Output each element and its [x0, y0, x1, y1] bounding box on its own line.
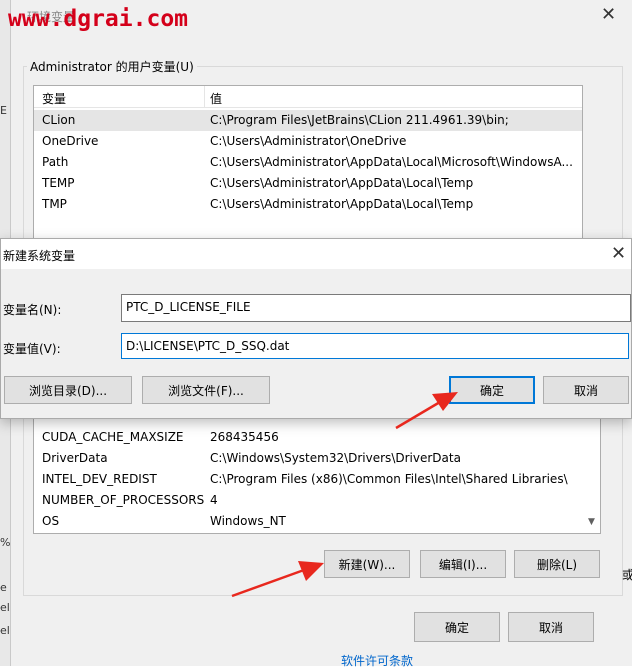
bg-fragment: e — [0, 581, 7, 594]
var-name: TEMP — [42, 176, 75, 190]
new-var-button[interactable]: 新建(W)... — [324, 550, 410, 578]
column-header-value[interactable]: 值 — [210, 90, 222, 107]
license-link[interactable]: 软件许可条款 — [341, 652, 413, 669]
var-value: C:\Users\Administrator\OneDrive — [210, 134, 407, 148]
var-value: C:\Users\Administrator\AppData\Local\Tem… — [210, 176, 474, 190]
watermark: www.dgrai.com — [8, 6, 189, 32]
table-row[interactable]: INTEL_DEV_REDIST C:\Program Files (x86)\… — [34, 469, 600, 490]
dialog-title: 新建系统变量 — [3, 249, 76, 263]
var-name: OneDrive — [42, 134, 99, 148]
var-name: DriverData — [42, 451, 108, 465]
table-row[interactable]: NUMBER_OF_PROCESSORS 4 — [34, 490, 600, 511]
bg-fragment: el — [0, 601, 10, 614]
bg-fragment: el — [0, 624, 10, 637]
var-value: Windows_NT — [210, 514, 286, 528]
table-row[interactable]: Path C:\Users\Administrator\AppData\Loca… — [34, 152, 582, 173]
edit-var-button[interactable]: 编辑(I)... — [420, 550, 506, 578]
var-name-field[interactable]: PTC_D_LICENSE_FILE — [121, 294, 631, 322]
var-value-label: 变量值(V): — [3, 342, 61, 356]
browse-dir-button[interactable]: 浏览目录(D)... — [4, 376, 132, 404]
table-row[interactable]: OneDrive C:\Users\Administrator\OneDrive — [34, 131, 582, 152]
var-value: 4 — [210, 493, 218, 507]
system-vars-list[interactable]: CUDA_CACHE_MAXSIZE 268435456 DriverData … — [33, 412, 601, 534]
var-name: TMP — [42, 197, 67, 211]
table-row[interactable]: OS Windows_NT — [34, 511, 600, 532]
var-value: C:\Windows\System32\Drivers\DriverData — [210, 451, 461, 465]
column-divider — [204, 86, 205, 108]
var-name: INTEL_DEV_REDIST — [42, 472, 157, 486]
bg-fragment: E — [0, 104, 7, 117]
var-name: CUDA_CACHE_MAXSIZE — [42, 430, 184, 444]
cancel-button[interactable]: 取消 — [508, 612, 594, 642]
table-row[interactable]: DriverData C:\Windows\System32\Drivers\D… — [34, 448, 600, 469]
browse-file-button[interactable]: 浏览文件(F)... — [142, 376, 270, 404]
close-icon[interactable]: ✕ — [601, 6, 616, 24]
var-name: Path — [42, 155, 69, 169]
bg-fragment: 或 — [622, 568, 632, 582]
ok-button[interactable]: 确定 — [414, 612, 500, 642]
list-header: 变量 值 — [34, 86, 582, 108]
var-name: OS — [42, 514, 60, 528]
user-vars-label: Administrator 的用户变量(U) — [27, 58, 197, 75]
column-header-name[interactable]: 变量 — [42, 90, 66, 107]
table-row[interactable]: CUDA_CACHE_MAXSIZE 268435456 — [34, 427, 600, 448]
scroll-down-icon[interactable]: ▼ — [588, 517, 595, 527]
new-system-variable-dialog: 新建系统变量 ✕ 变量名(N): PTC_D_LICENSE_FILE 变量值(… — [0, 238, 632, 419]
var-value: C:\Users\Administrator\AppData\Local\Tem… — [210, 197, 474, 211]
var-value-field[interactable]: D:\LICENSE\PTC_D_SSQ.dat — [121, 333, 629, 359]
table-row[interactable]: CLion C:\Program Files\JetBrains\CLion 2… — [34, 110, 582, 131]
table-row[interactable]: TEMP C:\Users\Administrator\AppData\Loca… — [34, 173, 582, 194]
cancel-button[interactable]: 取消 — [543, 376, 629, 404]
table-row[interactable]: TMP C:\Users\Administrator\AppData\Local… — [34, 194, 582, 215]
var-value: C:\Users\Administrator\AppData\Local\Mic… — [210, 155, 573, 169]
ok-button[interactable]: 确定 — [449, 376, 535, 404]
var-value: C:\Program Files\JetBrains\CLion 211.496… — [210, 113, 509, 127]
var-name: CLion — [42, 113, 76, 127]
var-value: C:\Program Files (x86)\Common Files\Inte… — [210, 472, 568, 486]
var-value: 268435456 — [210, 430, 279, 444]
title-bar: 新建系统变量 ✕ — [1, 239, 631, 269]
delete-var-button[interactable]: 删除(L) — [514, 550, 600, 578]
user-vars-list[interactable]: 变量 值 CLion C:\Program Files\JetBrains\CL… — [33, 85, 583, 243]
bg-fragment: % — [0, 536, 11, 549]
var-name-label: 变量名(N): — [3, 303, 62, 317]
var-name: NUMBER_OF_PROCESSORS — [42, 493, 205, 507]
close-icon[interactable]: ✕ — [611, 245, 626, 263]
